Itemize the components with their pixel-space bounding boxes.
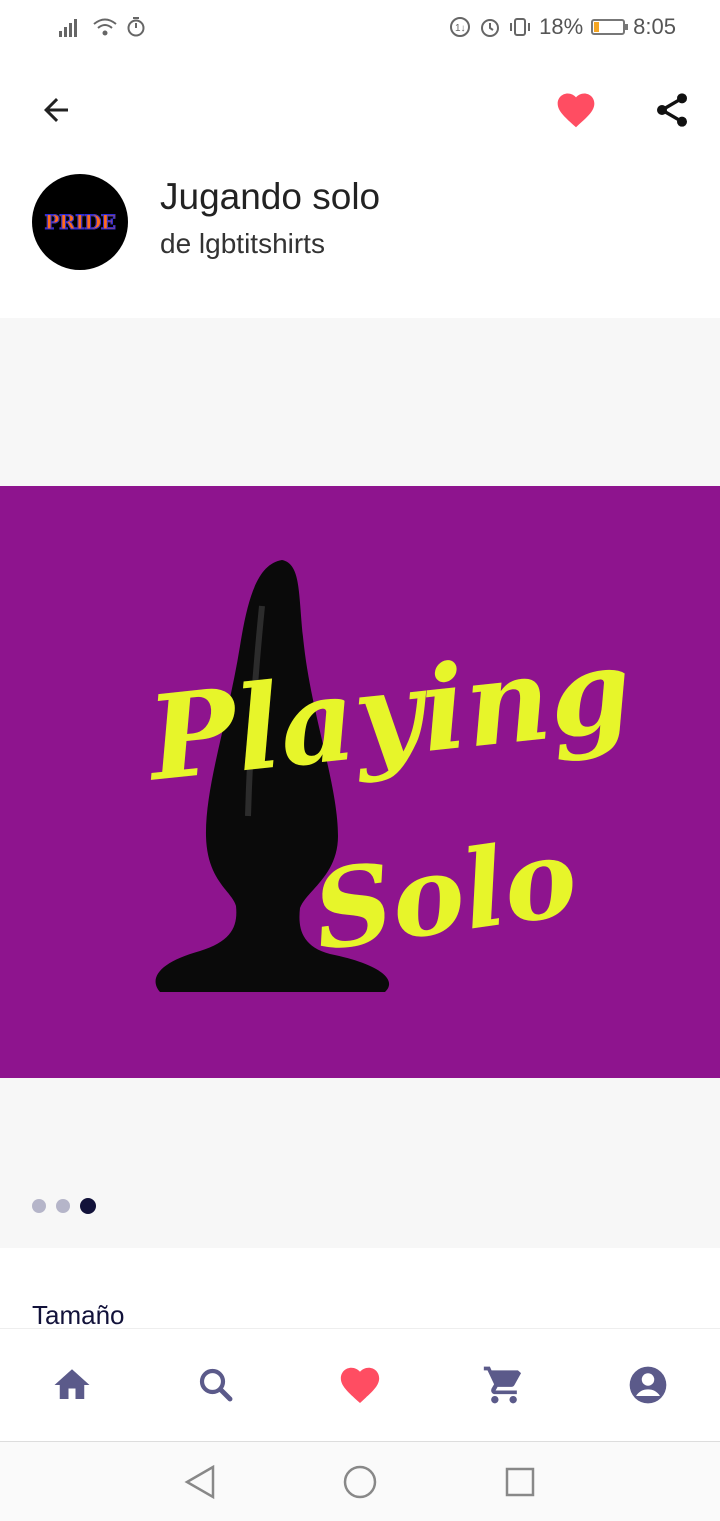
nav-account[interactable] (616, 1353, 680, 1417)
home-icon (54, 1369, 90, 1399)
artwork-text-solo: Solo (306, 814, 584, 975)
gallery-dot[interactable] (80, 1198, 96, 1214)
nav-home[interactable] (40, 1353, 104, 1417)
search-icon (199, 1368, 233, 1402)
battery-percent: 18% (539, 14, 584, 39)
system-home-button[interactable] (338, 1460, 382, 1504)
avatar-logo-text: PRIDE (44, 210, 117, 235)
cart-icon (483, 1366, 522, 1404)
square-recents-icon (505, 1467, 535, 1497)
favorite-button[interactable] (546, 80, 606, 140)
system-navigation-bar (0, 1441, 720, 1521)
wifi-icon (93, 18, 117, 36)
size-section-label: Tamaño (32, 1300, 125, 1330)
shop-avatar[interactable]: PRIDE (32, 174, 128, 270)
system-back-button[interactable] (178, 1460, 222, 1504)
nav-favorites[interactable] (328, 1353, 392, 1417)
product-title: Jugando solo (160, 176, 381, 217)
account-icon (629, 1366, 667, 1404)
bottom-navigation (0, 1328, 720, 1441)
gallery-dot[interactable] (56, 1199, 70, 1213)
artwork-text-playing: Playing (139, 622, 637, 808)
top-app-bar (0, 70, 720, 150)
status-left (58, 16, 146, 38)
nav-search[interactable] (184, 1353, 248, 1417)
arrow-left-icon (44, 98, 68, 122)
product-header: PRIDE Jugando solo de lgbtitshirts (0, 170, 720, 280)
artwork-illustration: Playing Solo (139, 560, 637, 992)
svg-text:1↓: 1↓ (455, 23, 466, 34)
signal-icon (59, 19, 77, 37)
triangle-back-icon (184, 1464, 215, 1500)
product-artwork: Playing Solo (0, 486, 720, 1078)
status-right: 1↓ 18% 8:05 (449, 14, 676, 40)
product-gallery[interactable]: Playing Solo (0, 318, 720, 1248)
share-icon (657, 93, 687, 127)
heart-icon (340, 1367, 380, 1404)
gallery-pagination (32, 1198, 96, 1214)
nav-cart[interactable] (472, 1353, 536, 1417)
heart-icon (557, 93, 595, 128)
clock: 8:05 (633, 14, 676, 39)
system-recents-button[interactable] (498, 1460, 542, 1504)
circle-home-icon (343, 1465, 377, 1499)
timer-icon (127, 17, 145, 37)
product-byline[interactable]: de lgbtitshirts (160, 228, 325, 260)
battery-icon (591, 19, 629, 35)
back-button[interactable] (26, 80, 86, 140)
status-bar: 1↓ 18% 8:05 (0, 0, 720, 56)
share-button[interactable] (642, 80, 702, 140)
vibrate-icon (510, 18, 531, 36)
gallery-dot[interactable] (32, 1199, 46, 1213)
alarm-icon (481, 19, 500, 37)
data-saver-icon: 1↓ (450, 17, 471, 37)
